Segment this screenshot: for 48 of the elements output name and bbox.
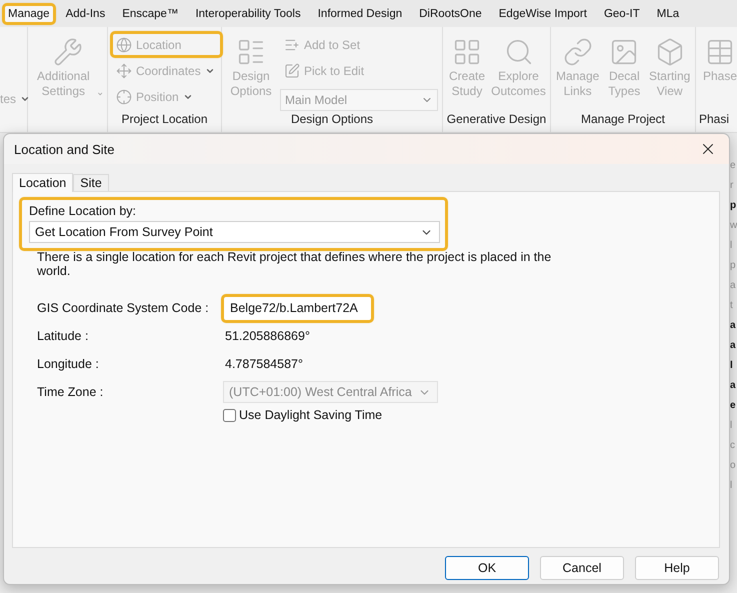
group-label: Phasi [698,112,730,128]
list-text: a [730,379,737,393]
ribbon-tab[interactable]: DiRootsOne [415,4,486,22]
list-text: l [730,479,734,493]
list-text: a [730,319,737,333]
field-value: 4.787584587° [224,357,303,371]
list-text: l [730,359,734,373]
group-label: Manage Project [580,112,666,128]
field-label: GIS Coordinate System Code : [37,301,209,315]
list-text: o [730,459,737,473]
ribbon-tab[interactable]: Manage [4,4,54,22]
field-value: 51.205886869° [224,329,310,343]
ribbon-tab[interactable]: EdgeWise Import [494,4,591,22]
list-text: r [730,179,734,193]
ribbon-tab[interactable]: Interoperability Tools [191,4,305,22]
list-text: l [730,419,734,433]
group-label: Generative Design [446,112,548,128]
list-text: a [730,339,737,353]
ribbon-tab[interactable]: Geo-IT [600,4,644,22]
dialog-button[interactable]: OK [445,556,529,580]
list-text: l [730,239,734,253]
tab[interactable]: Site [73,174,109,191]
dialog-button[interactable]: Cancel [540,556,624,580]
field-label: Time Zone : [37,385,104,399]
checkbox-label: Use Daylight Saving Time [239,408,382,422]
ribbon-tab[interactable]: Add-Ins [62,4,110,22]
list-text: w [730,219,737,233]
field-label: Define Location by: [29,204,138,218]
list-text: e [730,399,737,413]
field-label: Longitude : [37,357,99,371]
group-label: Design Options [290,112,374,128]
window-title: Location and Site [14,142,114,156]
list-text: e [730,159,737,173]
description-text: There is a single location for each Revit project that defines where the project is placed in the world. [37,250,552,278]
list-text: p [730,199,737,213]
group-label: Project Location [120,112,209,128]
tab[interactable]: Location [12,173,74,192]
ribbon-tab[interactable]: Informed Design [314,4,406,22]
list-text: a [730,279,737,293]
list-text: c [730,439,736,453]
dialog-button[interactable]: Help [635,556,719,580]
list-text: p [730,259,737,273]
field-label: Latitude : [37,329,88,343]
list-text: t [730,299,734,313]
dropdown[interactable]: Get Location From Survey Point [29,221,440,243]
ribbon-tab[interactable]: Enscape™ [118,4,182,22]
ribbon-tab[interactable]: MLa [652,4,684,22]
input-field[interactable]: Belge72/b.Lambert72A [223,296,372,320]
